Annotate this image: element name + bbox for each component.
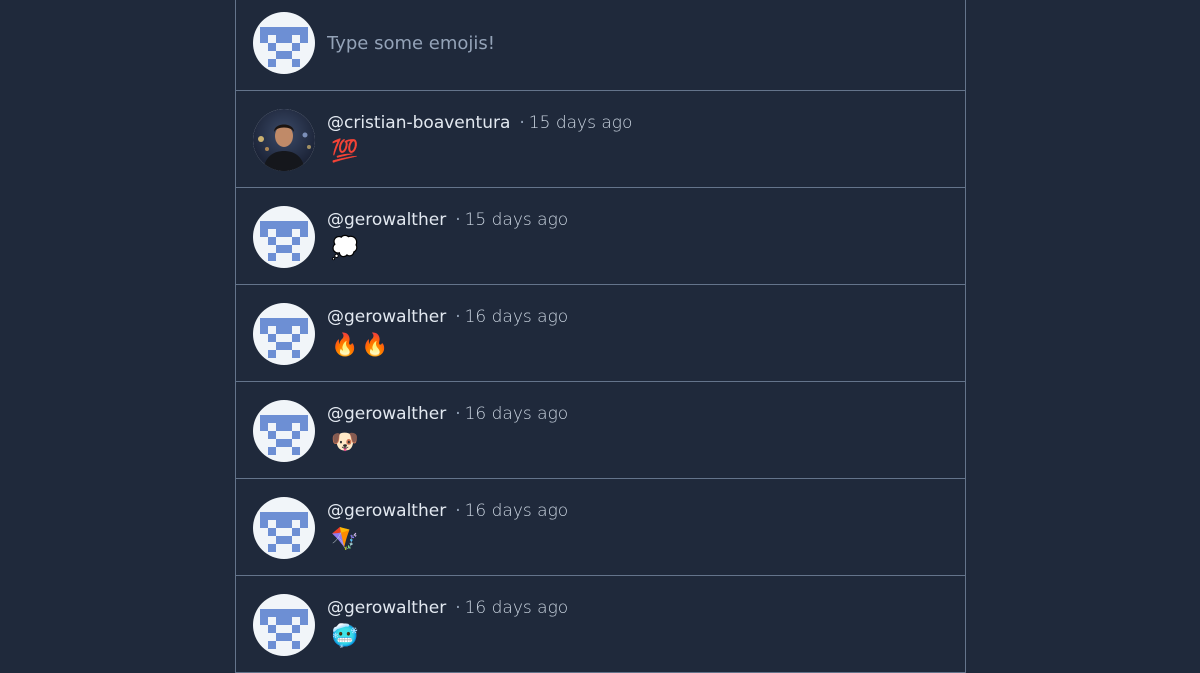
author-avatar[interactable] bbox=[253, 206, 315, 268]
author-avatar[interactable] bbox=[253, 109, 315, 171]
post-item: @gerowalther · 16 days ago 🥶 bbox=[236, 576, 965, 673]
emoji-input[interactable] bbox=[327, 28, 927, 58]
author-name[interactable]: @gerowalther bbox=[327, 307, 446, 327]
author-avatar[interactable] bbox=[253, 400, 315, 462]
post-item: @gerowalther · 15 days ago 💭 bbox=[236, 188, 965, 285]
post-content: 🔥🔥 bbox=[331, 333, 392, 358]
author-name[interactable]: @cristian-boaventura bbox=[327, 113, 510, 133]
post-meta: @gerowalther · 16 days ago bbox=[327, 500, 568, 522]
post-timestamp[interactable]: 16 days ago bbox=[465, 404, 569, 424]
composer bbox=[236, 0, 965, 91]
author-avatar[interactable] bbox=[253, 497, 315, 559]
author-name[interactable]: @gerowalther bbox=[327, 210, 446, 230]
post-meta: @cristian-boaventura · 15 days ago bbox=[327, 112, 632, 134]
post-timestamp[interactable]: 15 days ago bbox=[465, 210, 569, 230]
post-content: 🪁 bbox=[331, 527, 362, 552]
post-timestamp[interactable]: 15 days ago bbox=[529, 113, 633, 133]
author-avatar[interactable] bbox=[253, 594, 315, 656]
post-content: 🥶 bbox=[331, 624, 362, 649]
identicon-icon bbox=[260, 415, 308, 455]
user-avatar bbox=[253, 12, 315, 74]
post-item: @cristian-boaventura · 15 days ago 💯 bbox=[236, 91, 965, 188]
post-feed: @cristian-boaventura·15 days ago 💯 @gero… bbox=[235, 0, 966, 673]
post-timestamp[interactable]: 16 days ago bbox=[465, 501, 569, 521]
identicon-icon bbox=[260, 512, 308, 552]
post-content: 💭 bbox=[331, 236, 362, 261]
identicon-icon bbox=[260, 609, 308, 649]
meta-separator: · bbox=[455, 307, 461, 327]
identicon-icon bbox=[260, 318, 308, 358]
post-meta: @gerowalther · 16 days ago bbox=[327, 306, 568, 328]
post-item: @gerowalther · 16 days ago 🐶 bbox=[236, 382, 965, 479]
meta-separator: · bbox=[519, 113, 525, 133]
author-name[interactable]: @gerowalther bbox=[327, 598, 446, 618]
post-item: @gerowalther · 16 days ago 🔥🔥 bbox=[236, 285, 965, 382]
meta-separator: · bbox=[455, 501, 461, 521]
meta-separator: · bbox=[455, 598, 461, 618]
post-meta: @gerowalther · 16 days ago bbox=[327, 403, 568, 425]
identicon-icon bbox=[260, 27, 308, 67]
meta-separator: · bbox=[455, 404, 461, 424]
author-avatar[interactable] bbox=[253, 303, 315, 365]
post-item: @gerowalther · 16 days ago 🪁 bbox=[236, 479, 965, 576]
meta-separator: · bbox=[455, 210, 461, 230]
identicon-icon bbox=[260, 221, 308, 261]
post-content: 🐶 bbox=[331, 430, 362, 455]
profile-photo-icon bbox=[253, 109, 315, 171]
post-timestamp[interactable]: 16 days ago bbox=[465, 598, 569, 618]
post-meta: @gerowalther · 15 days ago bbox=[327, 209, 568, 231]
post-content: 💯 bbox=[331, 139, 362, 164]
author-name[interactable]: @gerowalther bbox=[327, 501, 446, 521]
post-timestamp[interactable]: 16 days ago bbox=[465, 307, 569, 327]
post-meta: @gerowalther · 16 days ago bbox=[327, 597, 568, 619]
author-name[interactable]: @gerowalther bbox=[327, 404, 446, 424]
